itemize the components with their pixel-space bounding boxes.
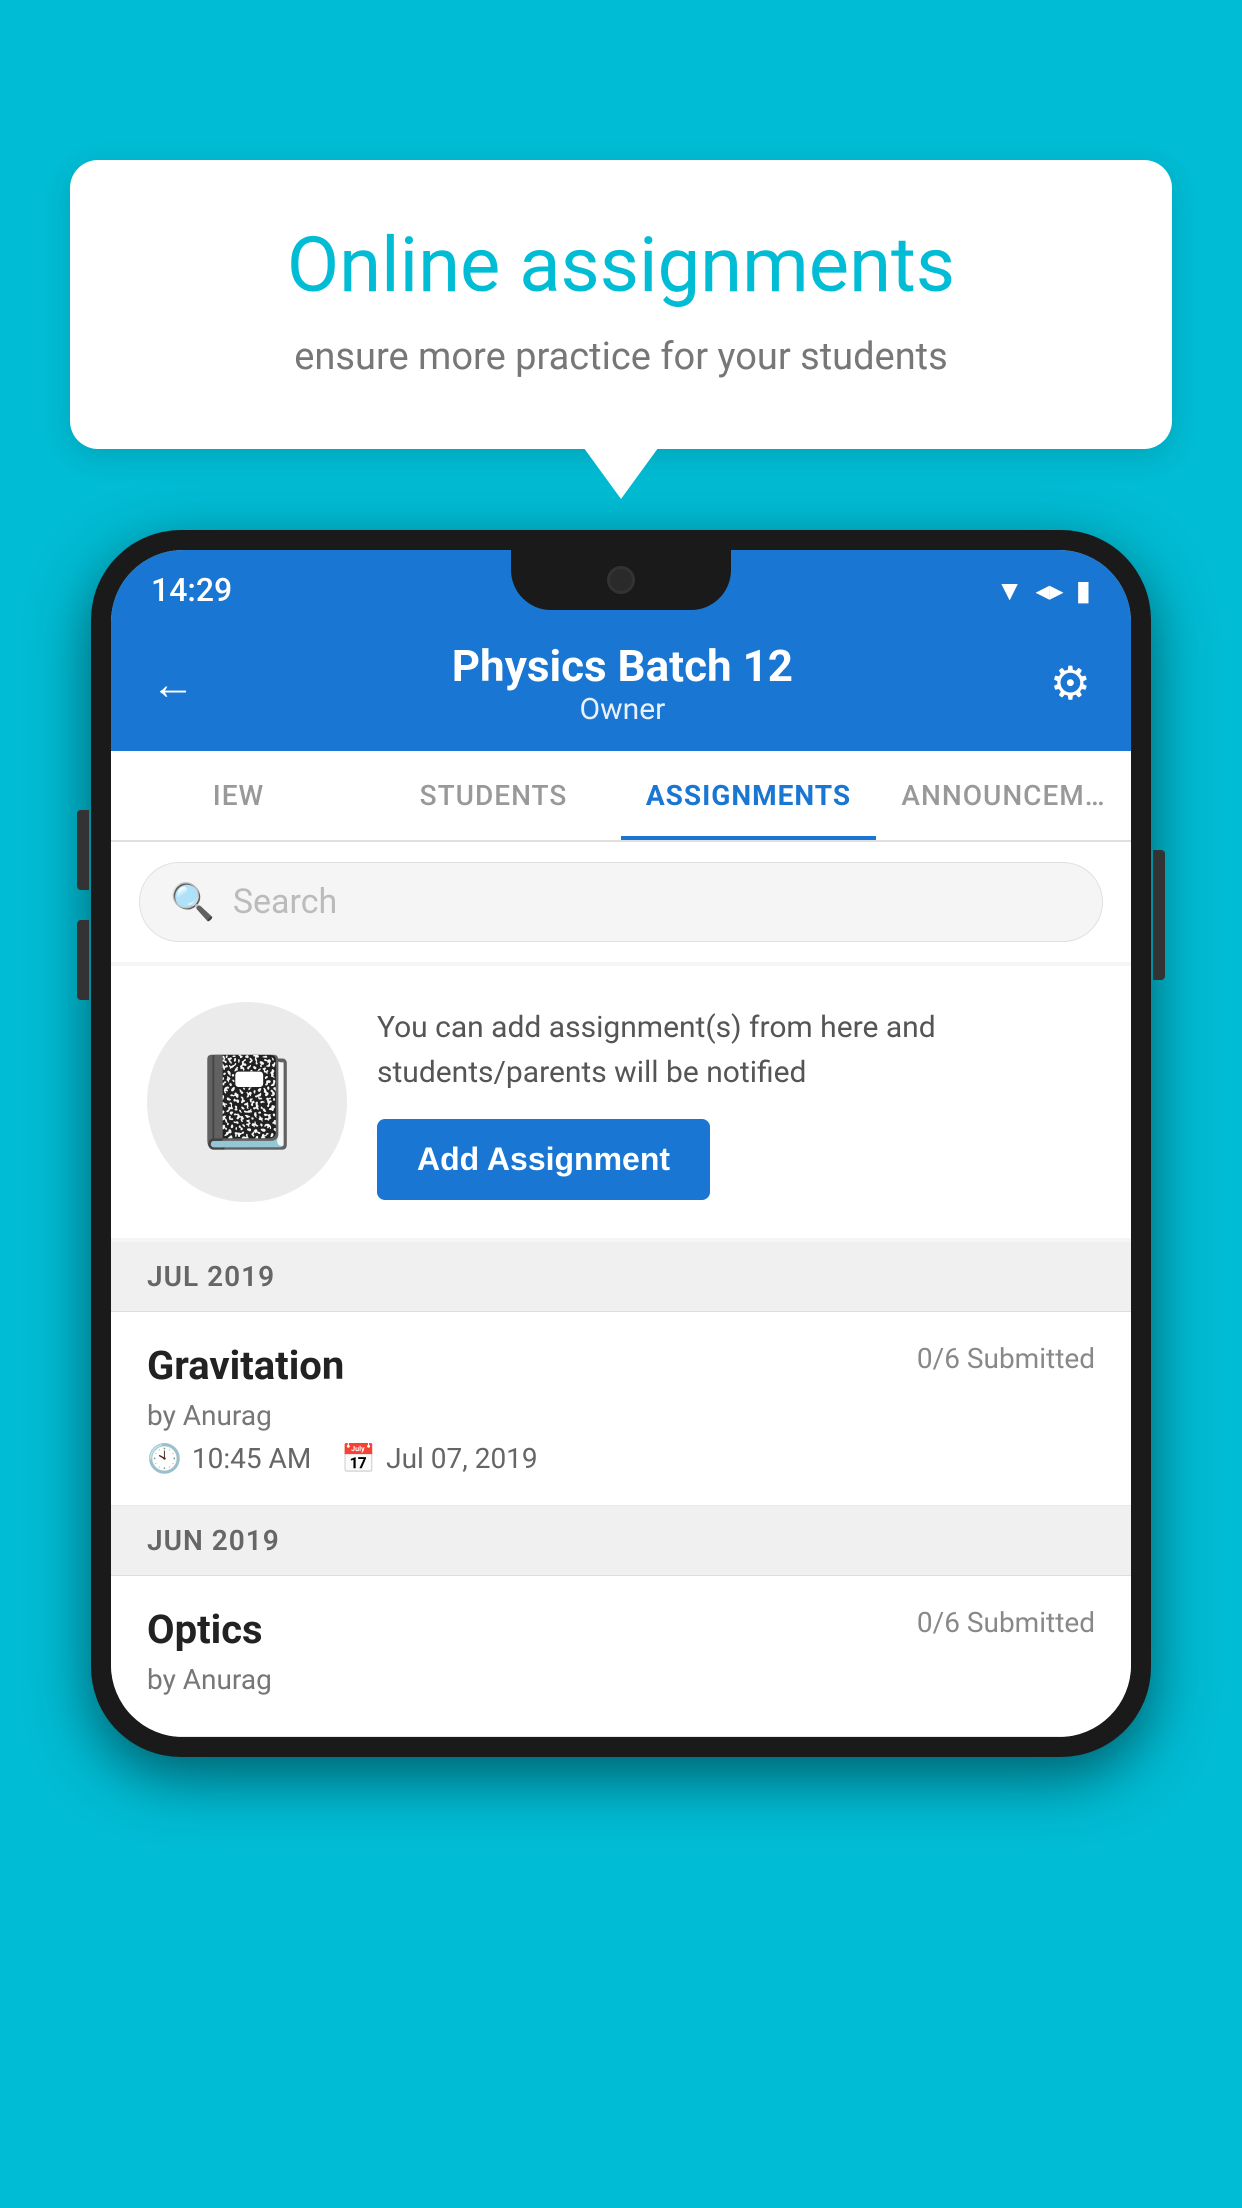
assignment-date-gravitation: Jul 07, 2019 <box>386 1442 538 1475</box>
search-icon: 🔍 <box>170 881 215 923</box>
promo-text-area: You can add assignment(s) from here and … <box>377 1005 1095 1200</box>
tab-assignments[interactable]: ASSIGNMENTS <box>621 751 876 840</box>
tab-overview[interactable]: IEW <box>111 751 366 840</box>
assignment-name-gravitation: Gravitation <box>147 1342 344 1389</box>
assignment-time-row-gravitation: 🕙 10:45 AM 📅 Jul 07, 2019 <box>147 1442 1095 1475</box>
volume-down-button[interactable] <box>77 920 89 1000</box>
header-title: Physics Batch 12 <box>452 640 793 692</box>
promo-description: You can add assignment(s) from here and … <box>377 1005 1095 1095</box>
date-part: 📅 Jul 07, 2019 <box>341 1442 537 1475</box>
battery-icon: ▮ <box>1076 574 1091 607</box>
tab-students[interactable]: STUDENTS <box>366 751 621 840</box>
search-container: 🔍 Search <box>111 842 1131 962</box>
assignment-item-gravitation[interactable]: Gravitation 0/6 Submitted by Anurag 🕙 10… <box>111 1312 1131 1506</box>
search-bar[interactable]: 🔍 Search <box>139 862 1103 942</box>
submitted-badge-optics: 0/6 Submitted <box>917 1606 1095 1639</box>
assignment-name-optics: Optics <box>147 1606 263 1653</box>
phone-screen: 14:29 ▼ ◂▸ ▮ ← Physics Batch 12 Owner ⚙ … <box>111 550 1131 1737</box>
app-header: ← Physics Batch 12 Owner ⚙ <box>111 620 1131 751</box>
tabs-bar: IEW STUDENTS ASSIGNMENTS ANNOUNCEM… <box>111 751 1131 842</box>
bubble-title: Online assignments <box>140 220 1102 311</box>
assignment-time-gravitation: 10:45 AM <box>192 1442 311 1475</box>
section-header-jul: JUL 2019 <box>111 1242 1131 1312</box>
tab-announcements[interactable]: ANNOUNCEM… <box>876 751 1131 840</box>
search-placeholder: Search <box>233 882 337 922</box>
status-icons: ▼ ◂▸ ▮ <box>996 574 1091 607</box>
header-subtitle: Owner <box>452 692 793 727</box>
signal-icon: ◂▸ <box>1035 574 1063 607</box>
notebook-icon: 📓 <box>191 1050 303 1155</box>
promo-icon-circle: 📓 <box>147 1002 347 1202</box>
add-assignment-button[interactable]: Add Assignment <box>377 1119 710 1200</box>
clock-icon: 🕙 <box>147 1442 182 1475</box>
volume-up-button[interactable] <box>77 810 89 890</box>
settings-icon[interactable]: ⚙ <box>1050 656 1091 711</box>
calendar-icon: 📅 <box>341 1442 376 1475</box>
phone-notch <box>511 550 731 610</box>
wifi-icon: ▼ <box>996 574 1024 607</box>
assignment-by-optics: by Anurag <box>147 1663 1095 1696</box>
front-camera <box>607 566 635 594</box>
time-part: 🕙 10:45 AM <box>147 1442 311 1475</box>
back-button[interactable]: ← <box>151 658 195 710</box>
promo-card: 📓 You can add assignment(s) from here an… <box>111 966 1131 1238</box>
speech-bubble-container: Online assignments ensure more practice … <box>70 160 1172 449</box>
phone-mockup: 14:29 ▼ ◂▸ ▮ ← Physics Batch 12 Owner ⚙ … <box>91 530 1151 1757</box>
header-center: Physics Batch 12 Owner <box>452 640 793 727</box>
bubble-subtitle: ensure more practice for your students <box>140 335 1102 379</box>
power-button[interactable] <box>1153 850 1165 980</box>
section-header-jun: JUN 2019 <box>111 1506 1131 1576</box>
assignment-item-optics[interactable]: Optics 0/6 Submitted by Anurag <box>111 1576 1131 1737</box>
assignment-by-gravitation: by Anurag <box>147 1399 1095 1432</box>
submitted-badge-gravitation: 0/6 Submitted <box>917 1342 1095 1375</box>
status-time: 14:29 <box>151 571 232 609</box>
speech-bubble: Online assignments ensure more practice … <box>70 160 1172 449</box>
